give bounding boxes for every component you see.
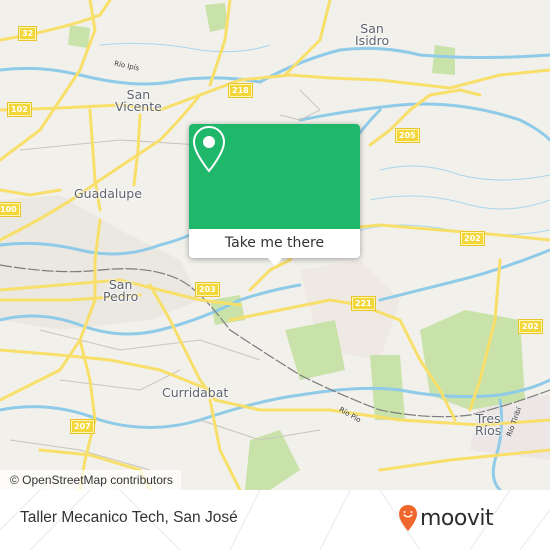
- place-label-curridabat: Curridabat: [162, 385, 229, 400]
- map-view[interactable]: San Isidro San Vicente Guadalupe San Ped…: [0, 0, 550, 490]
- road-shield: 218: [229, 84, 252, 97]
- road-shield: 102: [8, 103, 31, 116]
- place-label-san-pedro: San Pedro: [103, 278, 139, 304]
- place-label-line: Ríos: [475, 423, 502, 438]
- road-shield: 202: [519, 320, 542, 333]
- road-shield: 32: [19, 27, 37, 40]
- popup-header: [189, 124, 360, 229]
- place-label-line: Isidro: [355, 33, 390, 48]
- road-shield: 202: [461, 232, 484, 245]
- place-name: Taller Mecanico Tech, San José: [20, 509, 238, 526]
- place-label-line: Guadalupe: [74, 186, 142, 201]
- take-me-there-button[interactable]: Take me there: [189, 229, 360, 258]
- place-label-tres-rios: Tres Ríos: [475, 412, 502, 438]
- road-shield: 203: [196, 283, 219, 296]
- map-attribution[interactable]: © OpenStreetMap contributors: [0, 470, 181, 490]
- place-label-line: Pedro: [103, 289, 139, 304]
- popup-pointer: [267, 257, 283, 266]
- place-label-san-isidro: San Isidro: [355, 22, 390, 48]
- road-shield: 100: [0, 203, 20, 216]
- place-label-san-vicente: San Vicente: [115, 88, 162, 114]
- moovit-wordmark: moovit: [420, 505, 494, 531]
- road-shield: 205: [396, 129, 419, 142]
- road-shield: 207: [71, 420, 94, 433]
- place-label-guadalupe: Guadalupe: [74, 186, 142, 201]
- moovit-pin-icon: [399, 505, 417, 531]
- road-shield: 221: [352, 297, 375, 310]
- map-pin-icon: [192, 125, 226, 173]
- place-label-line: Curridabat: [162, 385, 229, 400]
- moovit-logo[interactable]: moovit: [398, 504, 494, 532]
- location-popup[interactable]: Take me there: [189, 124, 360, 266]
- place-label-line: Vicente: [115, 99, 162, 114]
- footer-bar: Taller Mecanico Tech, San José moovit: [0, 490, 550, 550]
